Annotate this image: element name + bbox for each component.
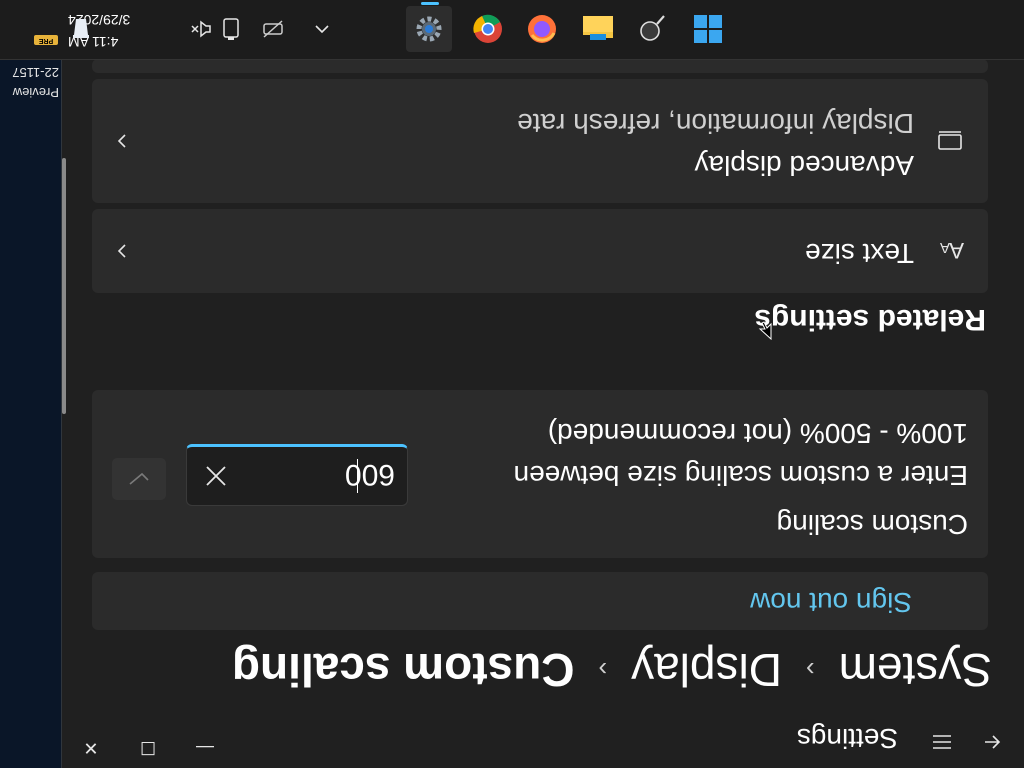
background-window-line: Preview <box>12 85 59 100</box>
hamburger-icon <box>933 735 951 749</box>
advanced-display-subtitle: Display information, refresh rate <box>517 108 914 139</box>
svg-text:A: A <box>949 239 964 263</box>
search-icon[interactable] <box>632 9 672 49</box>
breadcrumb: System › Display › Custom scaling <box>232 638 992 702</box>
breadcrumb-item-system[interactable]: System <box>839 643 992 697</box>
volume-muted-icon[interactable] <box>188 9 214 49</box>
settings-content: Sign out now Custom scaling Enter a cust… <box>62 0 1024 630</box>
chevron-up-icon[interactable] <box>310 9 334 49</box>
custom-scaling-description: Enter a custom scaling size between 100%… <box>513 418 968 491</box>
chevron-right-icon: › <box>598 655 608 686</box>
chevron-right-icon <box>110 129 134 153</box>
background-window-text: Preview 22-1157 <box>12 62 59 102</box>
navigation-menu-button[interactable] <box>930 724 954 760</box>
breadcrumb-item-display[interactable]: Display <box>631 643 782 697</box>
background-window-line: 22-1157 <box>12 65 59 80</box>
chrome-icon[interactable] <box>468 9 508 49</box>
text-size-title: Text size <box>805 238 914 269</box>
custom-scaling-title: Custom scaling <box>776 509 968 540</box>
clear-icon <box>206 466 226 486</box>
firefox-icon[interactable] <box>522 9 562 49</box>
chevron-right-icon <box>110 239 134 263</box>
back-arrow-icon <box>985 735 1001 749</box>
maximize-button[interactable]: ☐ <box>119 728 177 768</box>
recycle-bin-icon[interactable] <box>66 9 96 49</box>
title-bar: Settings — ☐ ✕ <box>62 708 1024 768</box>
taskbar: 4:11 AM 3/29/2024 PRE <box>0 0 1024 60</box>
background-window: Preview 22-1157 <box>0 60 62 768</box>
preview-badge: PRE <box>34 35 58 45</box>
checkmark-icon <box>129 472 149 485</box>
svg-text:A: A <box>940 239 950 256</box>
clear-input-button[interactable] <box>201 461 231 491</box>
scrollbar[interactable] <box>62 158 66 414</box>
custom-scaling-input[interactable]: 600 <box>186 444 408 506</box>
apply-button[interactable] <box>112 458 166 500</box>
app-title: Settings <box>796 723 898 754</box>
sign-out-link[interactable]: Sign out now <box>750 586 912 618</box>
close-icon: ✕ <box>83 738 99 759</box>
related-item-text-size[interactable]: AA Text size <box>92 209 988 293</box>
breadcrumb-current: Custom scaling <box>231 644 575 696</box>
screen-rotated: Settings — ☐ ✕ System › Display › Custom… <box>0 0 1024 768</box>
minimize-icon: — <box>196 738 214 759</box>
close-button[interactable]: ✕ <box>62 728 120 768</box>
network-off-icon[interactable] <box>260 9 286 49</box>
minimize-button[interactable]: — <box>176 728 234 768</box>
file-explorer-icon[interactable] <box>578 9 618 49</box>
mouse-cursor-icon <box>758 321 772 340</box>
back-button[interactable] <box>980 724 1004 760</box>
maximize-icon: ☐ <box>139 738 157 759</box>
chevron-right-icon: › <box>805 655 815 686</box>
windows-start-icon[interactable] <box>688 9 728 49</box>
related-settings-heading: Related settings <box>754 303 986 336</box>
active-app-indicator <box>421 2 439 5</box>
monitor-icon <box>932 123 968 159</box>
text-size-icon: AA <box>932 233 968 269</box>
custom-scaling-input-value: 600 <box>344 458 395 491</box>
next-settings-card <box>92 59 988 73</box>
sign-out-card: Sign out now <box>92 572 988 630</box>
text-caret <box>357 459 358 493</box>
related-item-advanced-display[interactable]: Advanced display Display information, re… <box>92 79 988 203</box>
custom-scaling-card: Custom scaling Enter a custom scaling si… <box>92 390 988 558</box>
battery-icon[interactable] <box>218 9 244 49</box>
advanced-display-title: Advanced display <box>694 150 914 181</box>
settings-icon[interactable] <box>406 6 452 52</box>
